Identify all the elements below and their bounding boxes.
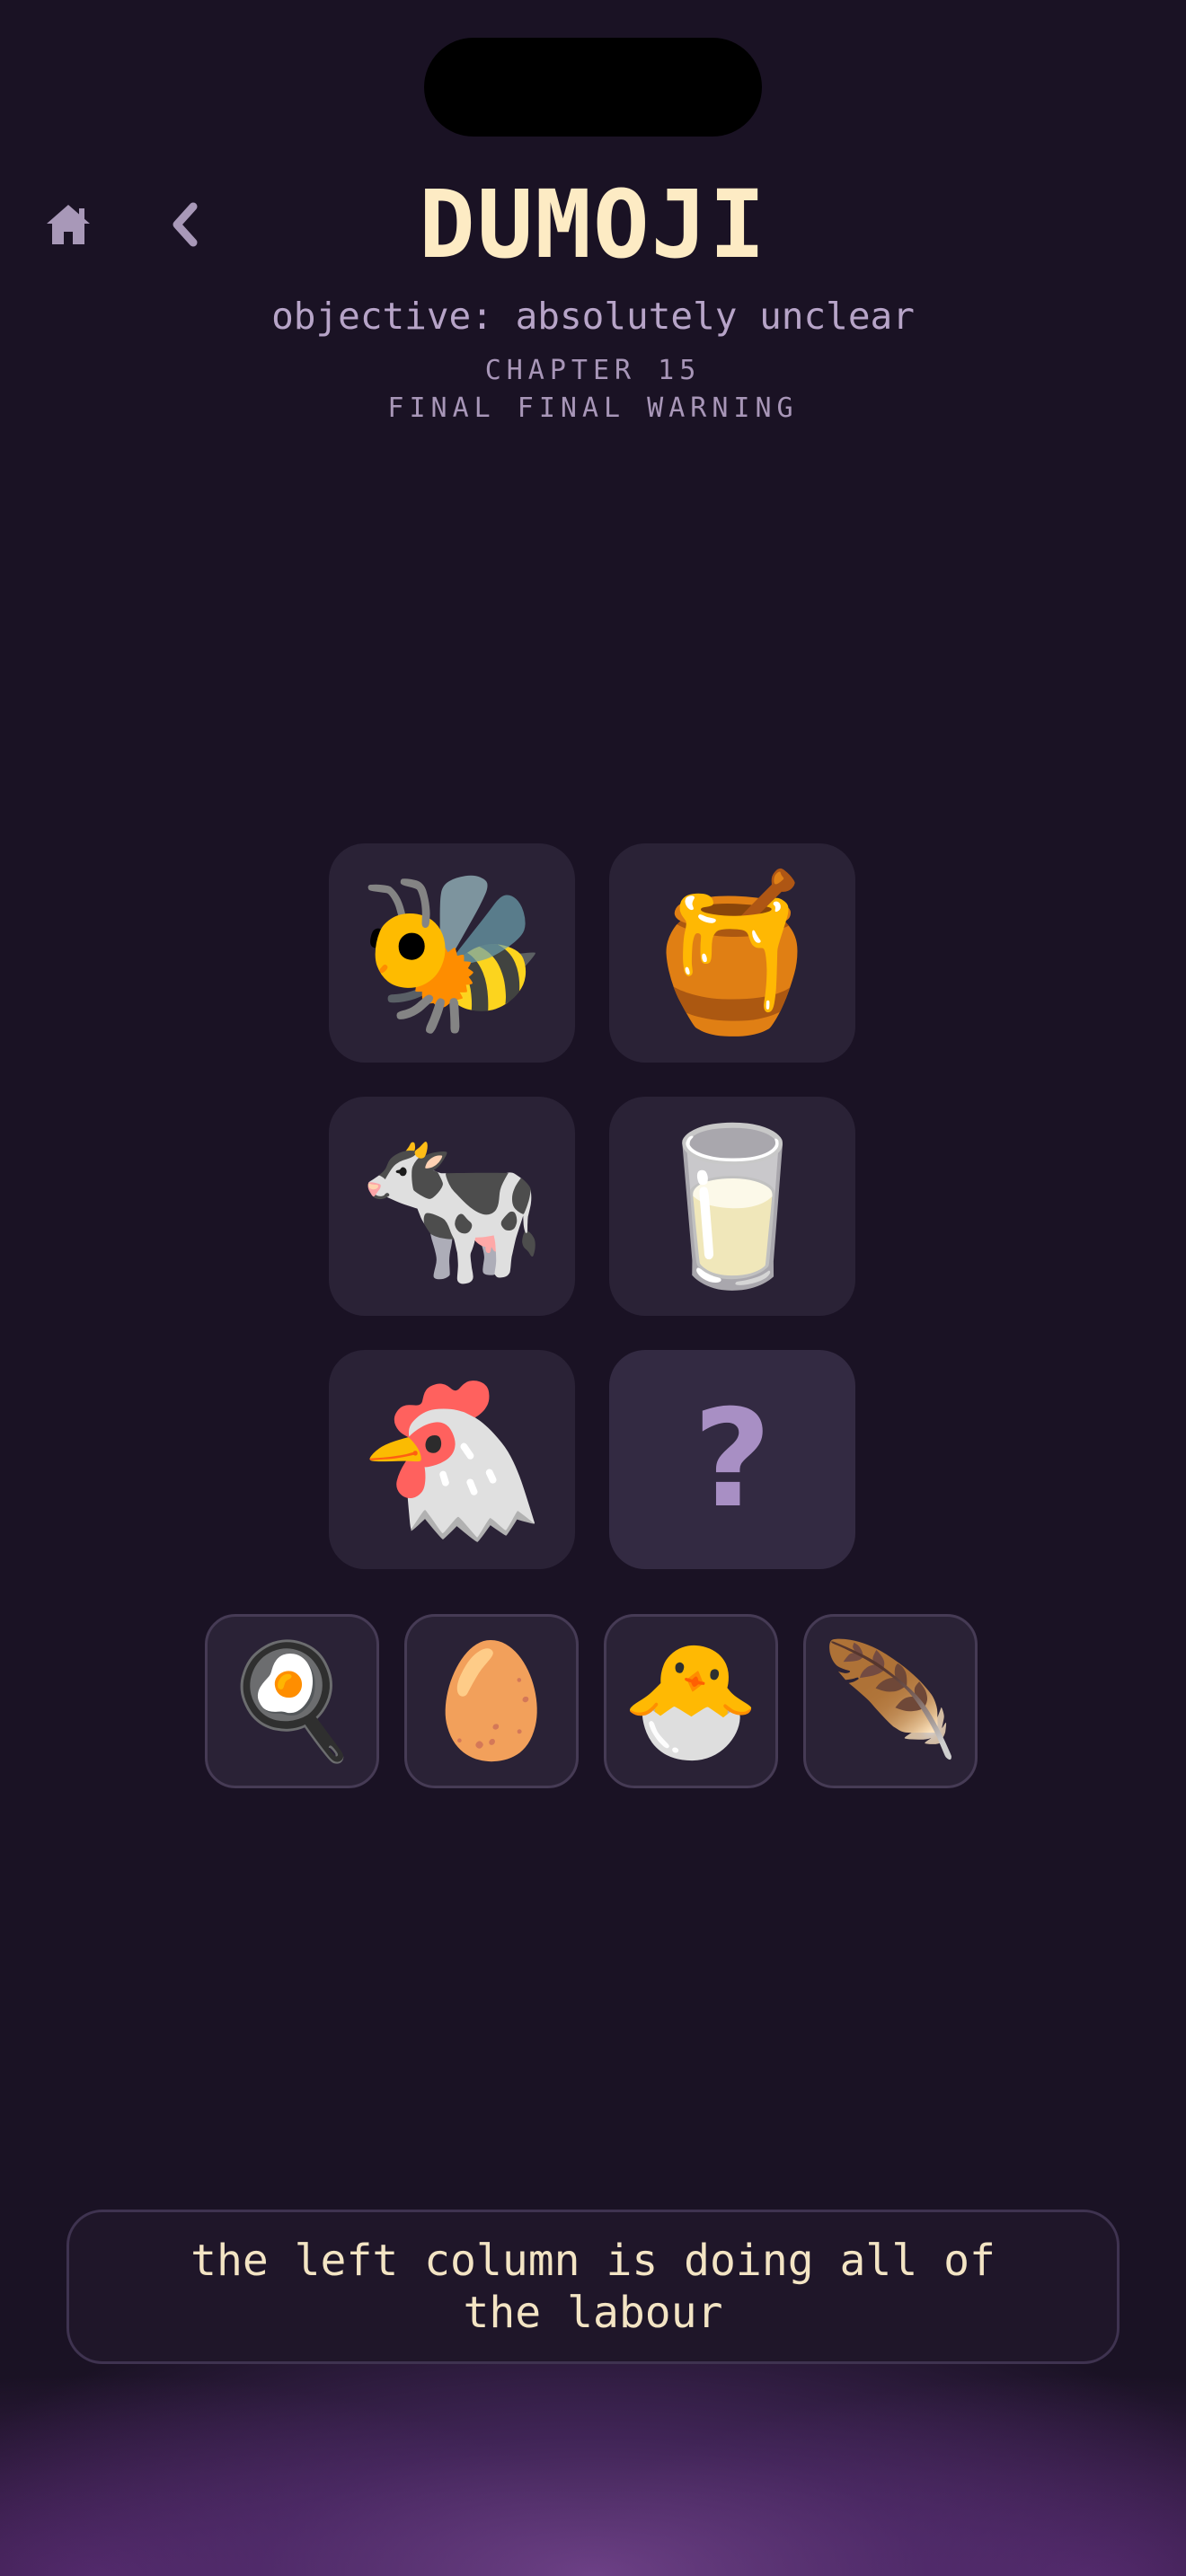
puzzle-tile-answer-slot[interactable]: ? xyxy=(609,1350,855,1569)
choice-feather[interactable]: 🪶 xyxy=(803,1614,978,1788)
hint-box: the left column is doing all of the labo… xyxy=(66,2210,1120,2364)
puzzle-tile-bee: 🐝 xyxy=(329,843,575,1063)
chapter-label: CHAPTER 15 xyxy=(484,355,702,386)
choice-hatching-chick[interactable]: 🐣 xyxy=(604,1614,778,1788)
app-title: DUMOJI xyxy=(419,170,767,279)
puzzle-tile-honey: 🍯 xyxy=(609,843,855,1063)
chapter-subtitle: FINAL FINAL WARNING xyxy=(387,393,799,424)
hint-text: the left column is doing all of the labo… xyxy=(190,2236,996,2338)
puzzle-tile-cow: 🐄 xyxy=(329,1097,575,1316)
dynamic-island xyxy=(424,38,762,137)
choice-egg[interactable]: 🥚 xyxy=(404,1614,579,1788)
objective-text: objective: absolutely unclear xyxy=(271,295,915,338)
choice-fried-egg[interactable]: 🍳 xyxy=(205,1614,379,1788)
puzzle-tile-milk: 🥛 xyxy=(609,1097,855,1316)
puzzle-tile-chicken: 🐔 xyxy=(329,1350,575,1569)
